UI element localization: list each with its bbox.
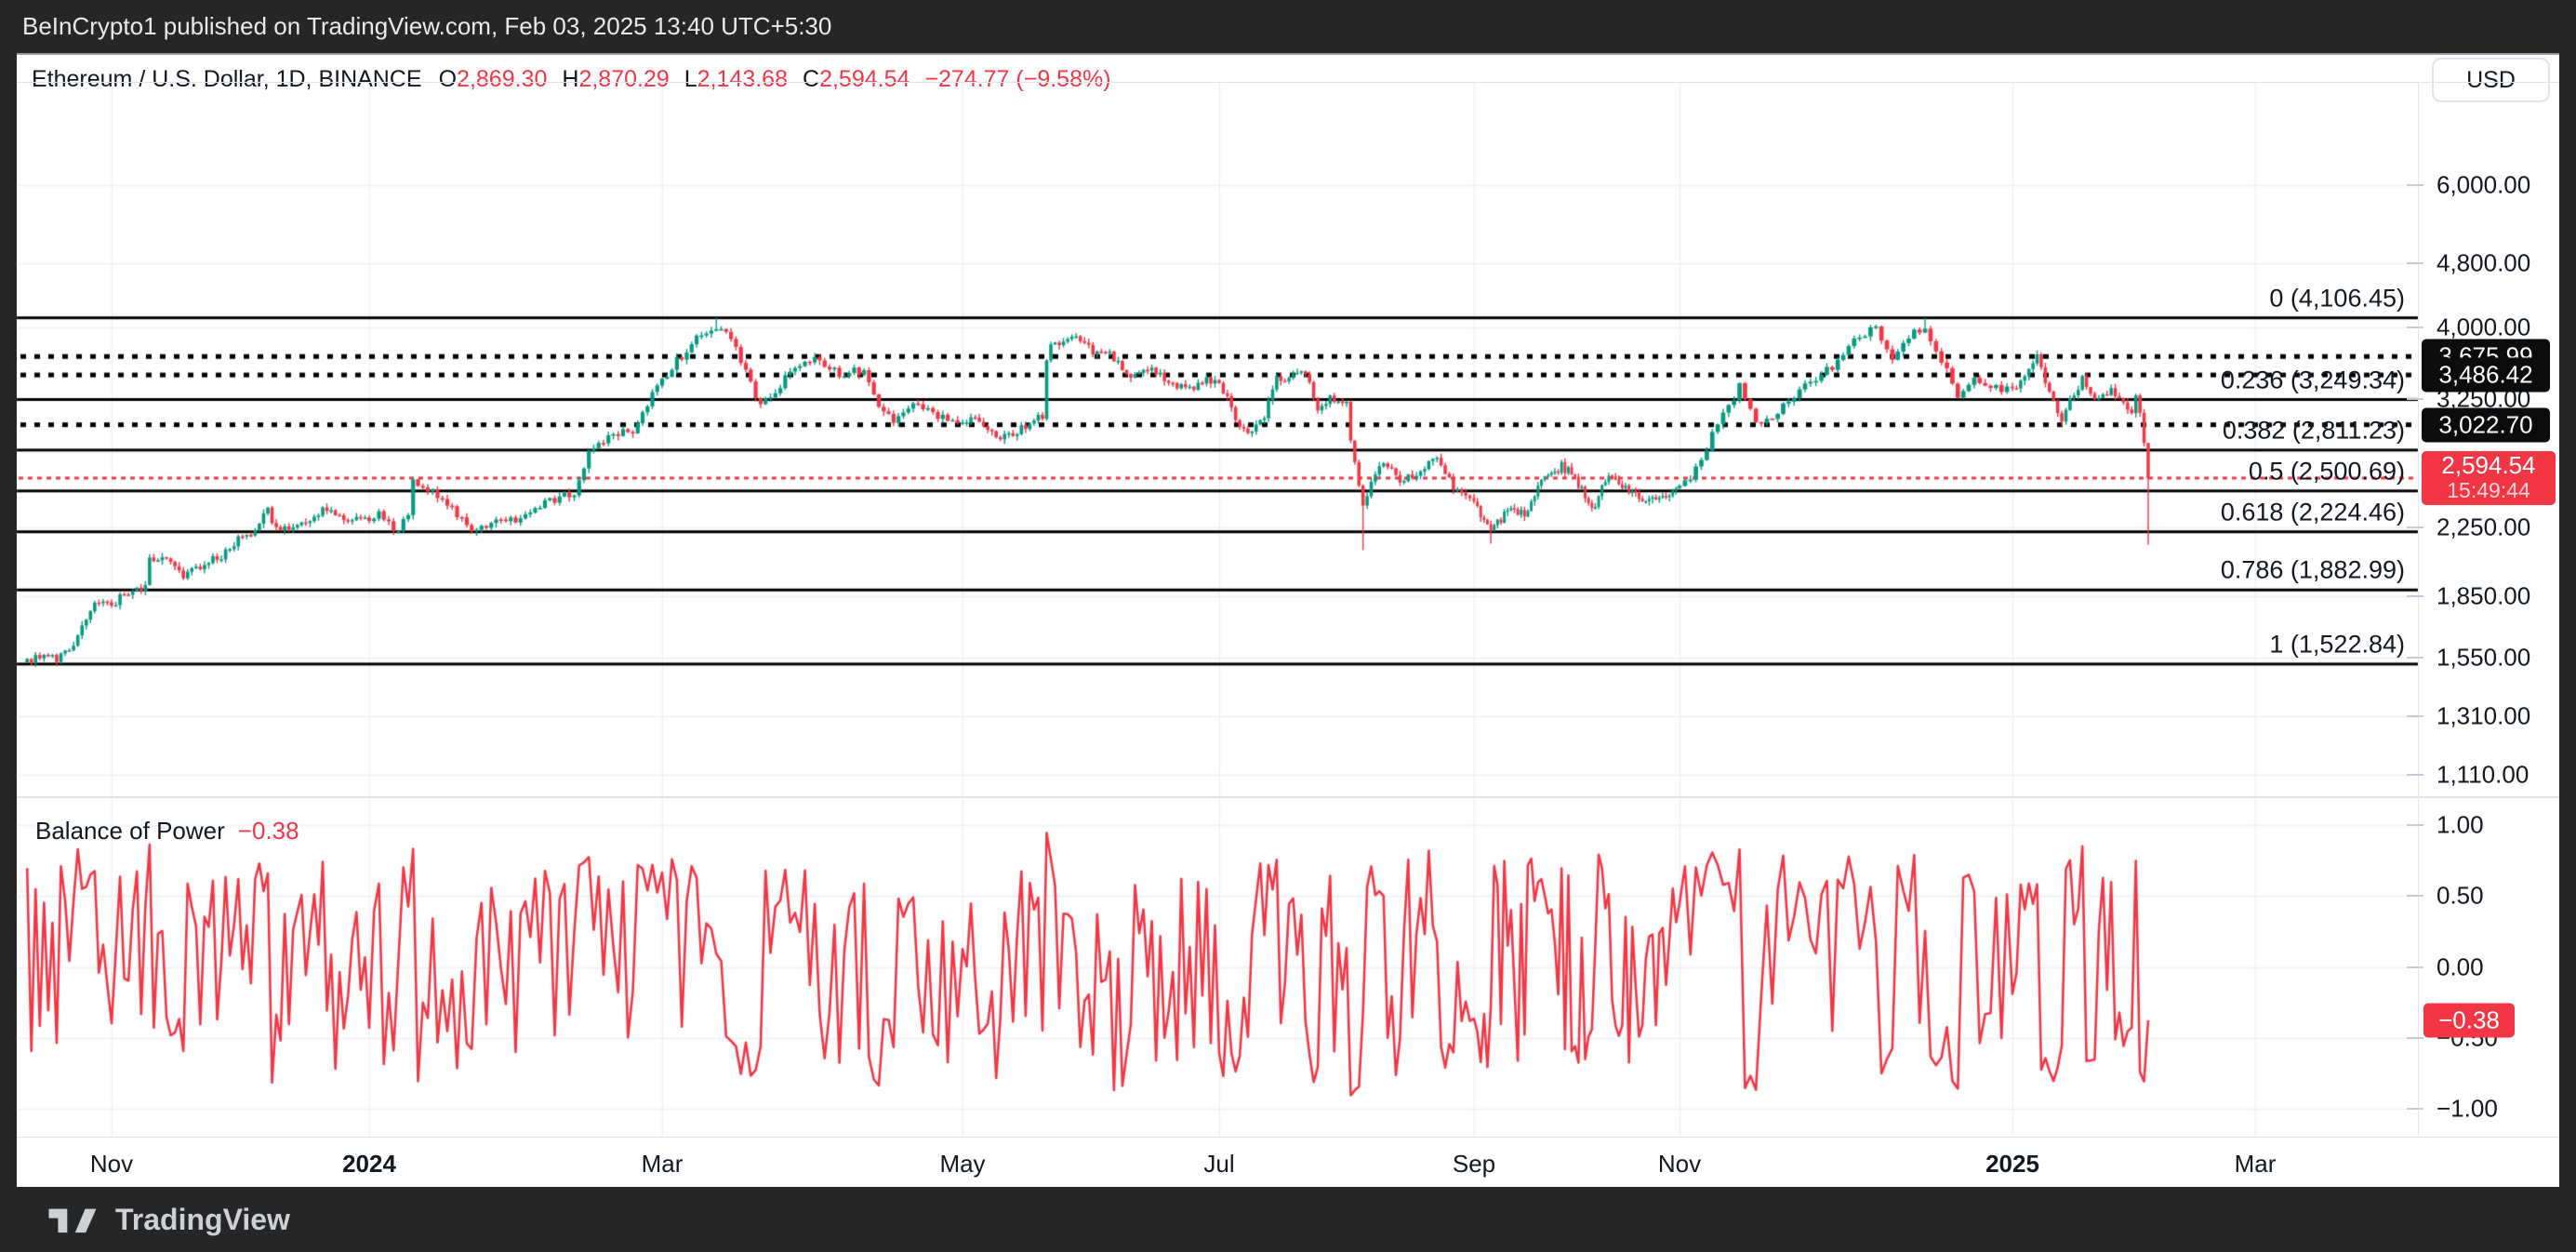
price-tick-mark [2407,526,2423,528]
price-tick-label: 1,850.00 [2437,581,2530,610]
price-tick-label: 1,110.00 [2437,760,2529,789]
price-line-badge: 3,022.70 [2422,407,2550,442]
indicator-tick-mark [2407,966,2423,968]
time-tick-label: Nov [1658,1150,1701,1179]
indicator-value: −0.38 [238,817,299,846]
price-tick-mark [2407,774,2423,776]
time-tick-label: Jul [1203,1150,1234,1179]
indicator-name: Balance of Power [35,817,225,846]
tradingview-snapshot: BeInCrypto1 published on TradingView.com… [0,0,2576,1252]
time-axis-separator [17,1137,2559,1138]
pane-top-separator [17,82,2559,83]
brand-bar: TradingView [0,1187,2576,1252]
indicator-tick-mark [2407,895,2423,897]
chart-legend: Ethereum / U.S. Dollar, 1D, BINANCE O2,8… [32,63,1111,95]
indicator-tick-mark [2407,1108,2423,1110]
indicator-tick-label: 0.00 [2437,952,2484,981]
time-tick-label: Nov [90,1150,133,1179]
price-tick-label: 4,000.00 [2437,313,2530,341]
brand-name[interactable]: TradingView [115,1203,290,1237]
ohlc-values: O2,869.30 H2,870.29 L2,143.68 C2,594.54 [439,66,925,93]
indicator-tick-mark [2407,824,2423,826]
indicator-value-badge: −0.38 [2423,1004,2515,1038]
indicator-legend[interactable]: Balance of Power −0.38 [35,815,299,846]
ohlc-C: C2,594.54 [803,66,910,92]
change-value: −274.77 (−9.58%) [924,66,1110,93]
indicator-badge-value: −0.38 [2438,1006,2500,1035]
indicator-tick-label: 0.50 [2437,882,2484,911]
ohlc-H: H2,870.29 [562,66,669,92]
currency-toggle-button[interactable]: USD [2432,58,2550,102]
pane-separator[interactable] [17,796,2559,798]
price-tick-label: 2,250.00 [2437,513,2530,542]
time-tick-label: 2024 [342,1150,396,1179]
last-price-value: 2,594.54 [2441,453,2535,478]
price-tick-mark [2407,595,2423,597]
price-tick-mark [2407,398,2423,400]
bar-countdown: 15:49:44 [2447,478,2530,503]
price-axis-border [2418,82,2419,1137]
price-tick-label: 6,000.00 [2437,171,2530,200]
price-line-badge: 3,486.42 [2422,358,2550,393]
symbol-title[interactable]: Ethereum / U.S. Dollar, 1D, BINANCE [32,66,422,93]
price-tick-label: 1,310.00 [2437,702,2530,731]
indicator-tick-label: −1.00 [2437,1094,2498,1123]
time-tick-label: 2025 [1985,1150,2039,1179]
chart-canvas[interactable] [0,0,2576,1252]
ohlc-O: O2,869.30 [439,66,548,92]
price-tick-label: 1,550.00 [2437,644,2530,673]
price-tick-mark [2407,657,2423,659]
price-tick-mark [2407,326,2423,328]
price-tick-mark [2407,262,2423,264]
time-tick-label: Sep [1453,1150,1495,1179]
indicator-tick-label: 1.00 [2437,811,2484,840]
price-tick-mark [2407,184,2423,186]
time-tick-label: May [939,1150,985,1179]
time-tick-label: Mar [2235,1150,2277,1179]
last-price-badge: 2,594.54 15:49:44 [2422,451,2556,505]
currency-toggle-label: USD [2466,67,2516,94]
tradingview-logo-icon[interactable] [48,1204,97,1235]
ohlc-L: L2,143.68 [684,66,788,92]
time-tick-label: Mar [642,1150,684,1179]
price-tick-mark [2407,715,2423,717]
indicator-tick-mark [2407,1037,2423,1039]
price-tick-label: 4,800.00 [2437,249,2530,278]
